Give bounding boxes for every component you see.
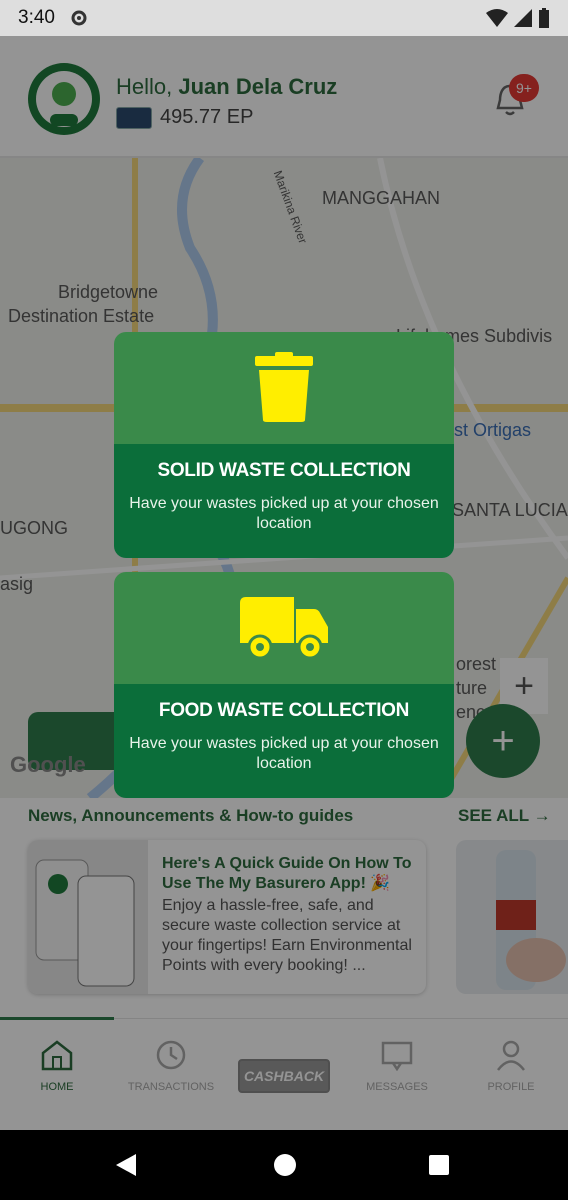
signal-icon (514, 9, 532, 27)
solid-waste-option[interactable]: SOLID WASTE COLLECTION Have your wastes … (114, 332, 454, 558)
settings-icon (71, 10, 87, 26)
solid-waste-title: SOLID WASTE COLLECTION (157, 460, 411, 481)
home-system-icon[interactable] (273, 1153, 297, 1177)
battery-icon (539, 8, 549, 28)
trash-bin-icon (255, 352, 313, 422)
solid-waste-description: Have your wastes picked up at your chose… (129, 495, 439, 532)
status-bar: 3:40 (0, 0, 568, 36)
food-waste-description: Have your wastes picked up at your chose… (129, 735, 439, 772)
back-icon[interactable] (114, 1152, 138, 1178)
status-time: 3:40 (18, 7, 55, 28)
recents-icon[interactable] (428, 1154, 450, 1176)
food-waste-icon-area (114, 572, 454, 684)
truck-icon (240, 597, 328, 660)
system-navigation-bar (0, 1130, 568, 1200)
food-waste-title: FOOD WASTE COLLECTION (158, 700, 410, 721)
food-waste-option[interactable]: FOOD WASTE COLLECTION Have your wastes p… (114, 572, 454, 798)
wifi-icon (486, 9, 508, 27)
food-waste-text-area: FOOD WASTE COLLECTION Have your wastes p… (114, 684, 454, 798)
solid-waste-icon-area (114, 332, 454, 444)
solid-waste-text-area: SOLID WASTE COLLECTION Have your wastes … (114, 444, 454, 558)
